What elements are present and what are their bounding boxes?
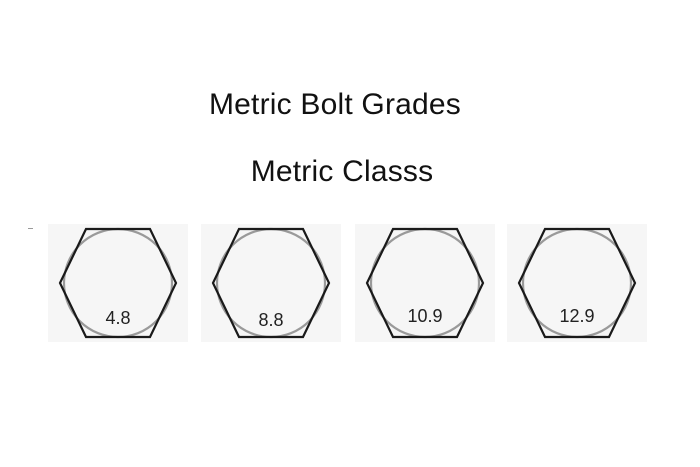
- stray-mark: [28, 228, 33, 229]
- bolt-grade-10-9: 10.9: [355, 224, 495, 342]
- bolt-grade-label: 4.8: [105, 308, 131, 328]
- bolt-grade-label: 10.9: [407, 306, 443, 326]
- diagram-title: Metric Bolt Grades: [208, 88, 461, 121]
- bolt-grade-label: 12.9: [559, 306, 595, 326]
- bolt-grade-4-8: 4.8: [48, 224, 188, 342]
- bolt-grade-label: 8.8: [258, 310, 284, 330]
- bolt-grade-8-8: 8.8: [201, 224, 341, 342]
- bolt-grade-12-9: 12.9: [507, 224, 647, 342]
- diagram-subtitle: Metric Classs: [250, 155, 434, 188]
